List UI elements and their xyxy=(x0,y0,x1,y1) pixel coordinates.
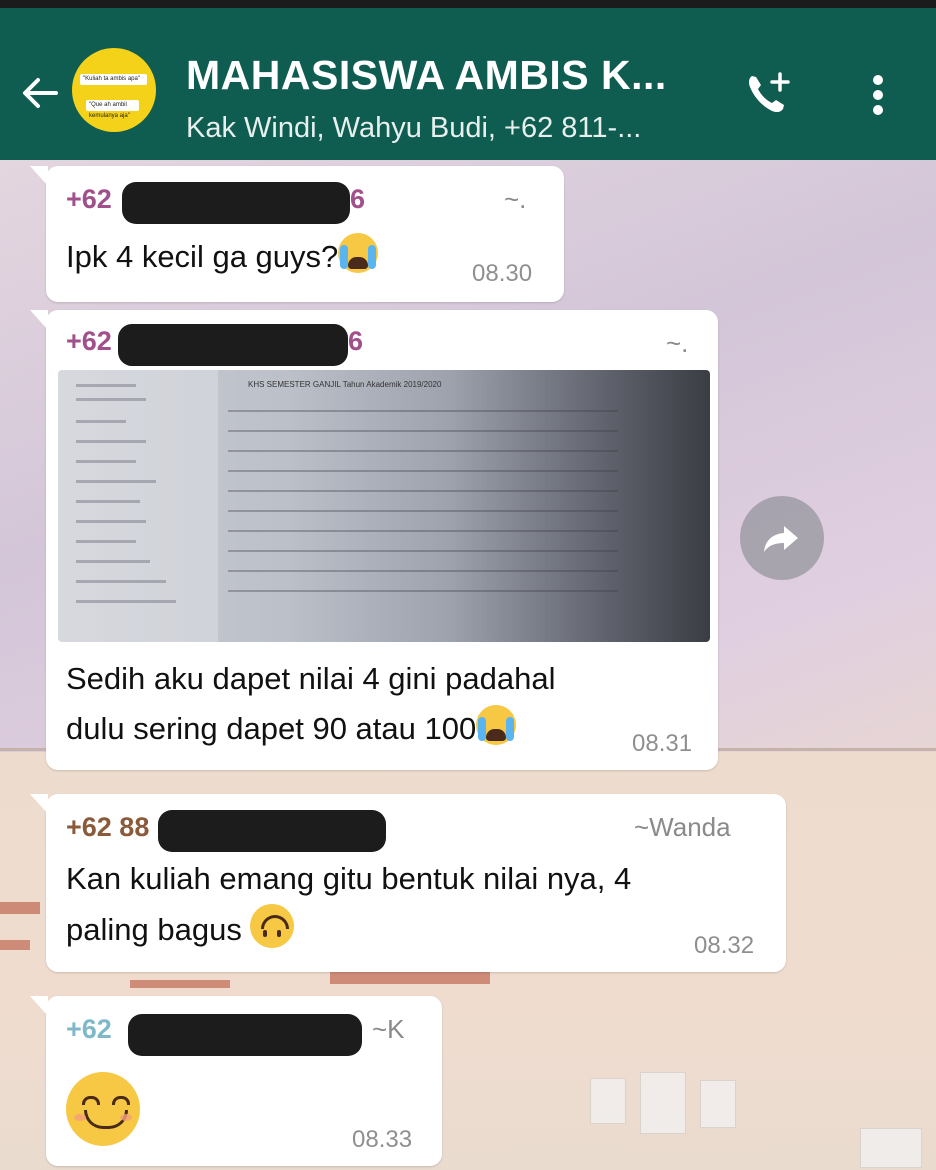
redaction-bar xyxy=(122,182,350,224)
wall-paper xyxy=(860,1128,922,1168)
wall-paper xyxy=(640,1072,686,1134)
photo-table-line xyxy=(228,450,618,452)
message-bubble[interactable]: +62 ~K 08.33 xyxy=(30,996,442,1166)
forward-icon xyxy=(764,526,798,552)
sender-alias: ~K xyxy=(372,1014,405,1044)
photo-line xyxy=(76,540,136,543)
bubble-tail xyxy=(30,794,48,814)
photo-table-line xyxy=(228,490,618,492)
photo-table-line xyxy=(228,430,618,432)
photo-line xyxy=(76,500,140,503)
message-time: 08.31 xyxy=(632,730,693,757)
message-line: paling bagus xyxy=(66,904,631,955)
redaction-bar xyxy=(118,324,348,366)
photo-table-line xyxy=(228,530,618,532)
sender-number-suffix: 6 xyxy=(348,326,364,356)
redaction-bar xyxy=(128,1014,362,1056)
photo-table-line xyxy=(228,550,618,552)
sender-alias: ~Wanda xyxy=(634,812,731,842)
message-bubble[interactable]: +62 6 ~. Ipk 4 kecil ga guys? 08.30 xyxy=(30,166,564,302)
sender-number[interactable]: +62 88 xyxy=(66,812,149,843)
avatar-text-2: "Que ah ambil kemulanya aja" xyxy=(86,100,139,119)
wall-decoration xyxy=(130,980,230,988)
crying-face-icon xyxy=(476,705,517,745)
photo-table-line xyxy=(228,570,618,572)
message-line: dulu sering dapet 90 atau 100 xyxy=(66,704,556,754)
photo-table-line xyxy=(228,590,618,592)
emoji-blush xyxy=(120,1114,132,1121)
message-text: Ipk 4 kecil ga guys? xyxy=(66,232,379,282)
more-vert-icon[interactable] xyxy=(862,70,894,120)
group-title[interactable]: MAHASISWA AMBIS K... xyxy=(186,52,667,99)
photo-line xyxy=(76,560,150,563)
wall-decoration xyxy=(330,972,490,984)
sender-alias: ~. xyxy=(504,184,527,214)
photo-line xyxy=(76,600,176,603)
photo-line xyxy=(76,440,146,443)
wall-decoration xyxy=(0,940,30,950)
emoji-blush xyxy=(74,1114,86,1121)
message-text: Sedih aku dapet nilai 4 gini padahal dul… xyxy=(66,654,556,754)
message-line: Sedih aku dapet nilai 4 gini padahal xyxy=(66,661,556,696)
photo-table-line xyxy=(228,410,618,412)
chat-header: "Kuliah ta ambis apa" "Que ah ambil kemu… xyxy=(0,0,936,160)
sender-number-suffix: 6 xyxy=(350,184,366,214)
message-time: 08.32 xyxy=(694,932,755,959)
sender-number[interactable]: +62 xyxy=(66,184,112,215)
upside-down-face-icon xyxy=(250,904,295,948)
photo-line xyxy=(76,384,136,387)
photo-line xyxy=(76,520,146,523)
avatar-text-1: "Kuliah ta ambis apa" xyxy=(80,74,147,85)
crying-face-icon xyxy=(338,233,379,273)
sender-alias: ~. xyxy=(666,328,689,358)
photo-line xyxy=(76,420,126,423)
message-time: 08.30 xyxy=(472,260,533,287)
smiling-face-icon xyxy=(66,1072,140,1146)
photo-line xyxy=(76,460,136,463)
group-avatar[interactable]: "Kuliah ta ambis apa" "Que ah ambil kemu… xyxy=(72,48,156,132)
message-time: 08.33 xyxy=(352,1126,413,1153)
bubble-tail xyxy=(30,310,48,330)
wall-paper xyxy=(590,1078,626,1124)
message-text: Kan kuliah emang gitu bentuk nilai nya, … xyxy=(66,854,631,955)
back-arrow-icon[interactable] xyxy=(16,68,66,118)
photo-table-line xyxy=(228,510,618,512)
redaction-bar xyxy=(158,810,386,852)
message-line: Kan kuliah emang gitu bentuk nilai nya, … xyxy=(66,861,632,896)
bubble-tail xyxy=(30,166,48,186)
wall-decoration xyxy=(0,902,40,914)
photo-line xyxy=(76,580,166,583)
image-attachment[interactable]: KHS SEMESTER GANJIL Tahun Akademik 2019/… xyxy=(58,370,710,642)
photo-caption: KHS SEMESTER GANJIL Tahun Akademik 2019/… xyxy=(248,380,442,389)
photo-table-line xyxy=(228,470,618,472)
forward-button[interactable] xyxy=(740,496,824,580)
wall-paper xyxy=(700,1080,736,1128)
sender-number[interactable]: +62 xyxy=(66,1014,112,1045)
bubble-tail xyxy=(30,996,48,1016)
photo-line xyxy=(76,480,156,483)
sender-number[interactable]: +62 xyxy=(66,326,112,357)
photo-line xyxy=(76,398,146,401)
emoji-eye xyxy=(112,1096,130,1105)
add-call-icon[interactable] xyxy=(740,66,796,122)
group-members[interactable]: Kak Windi, Wahyu Budi, +62 811-... xyxy=(186,112,641,145)
message-bubble[interactable]: +62 88 ~Wanda Kan kuliah emang gitu bent… xyxy=(30,794,786,972)
